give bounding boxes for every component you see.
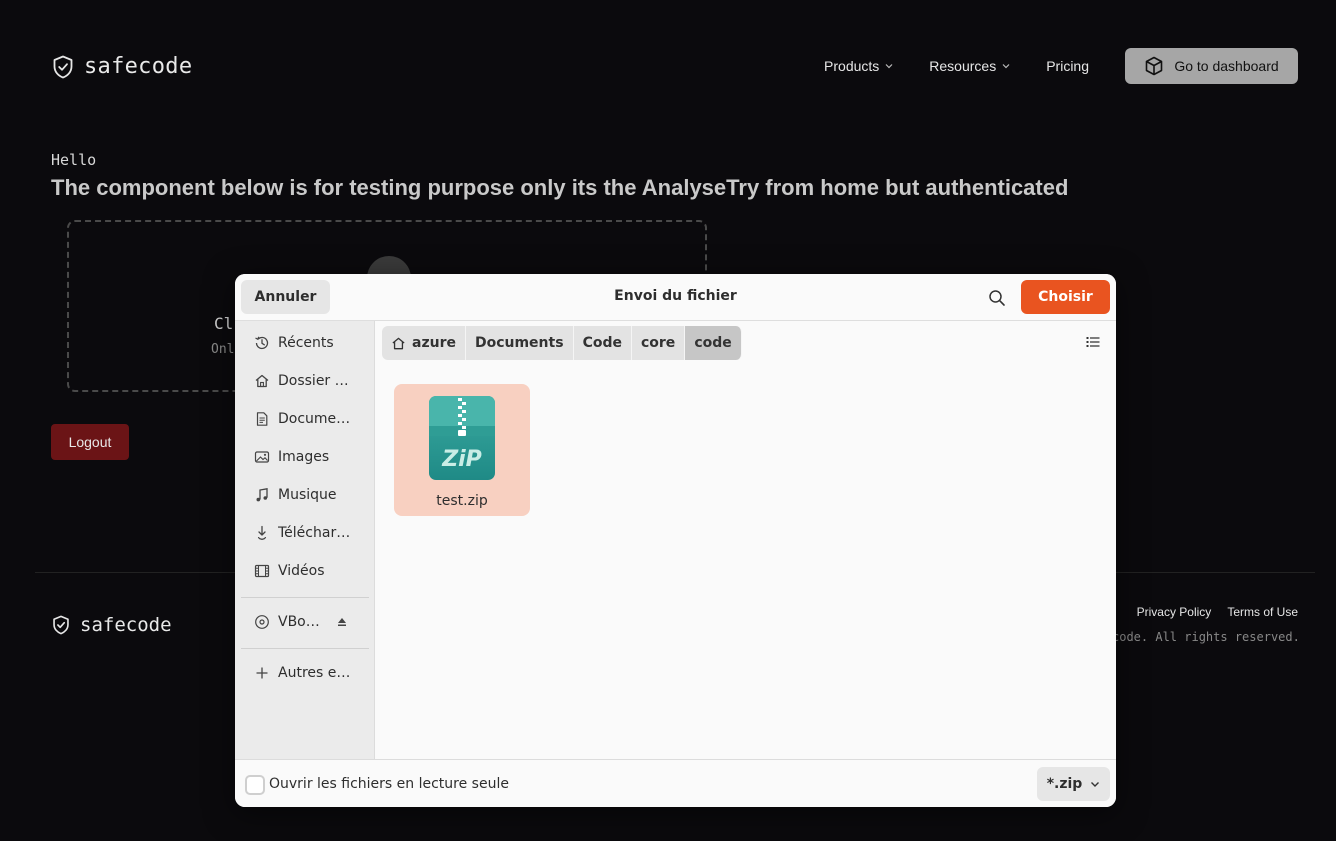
nav-products[interactable]: Products (824, 58, 893, 74)
nav-products-label: Products (824, 58, 880, 74)
plus-icon (256, 667, 268, 679)
path-crumb-current[interactable]: code (685, 326, 742, 360)
sidebar-item-label: Téléchar… (278, 525, 350, 541)
greeting: Hello (51, 151, 97, 169)
readonly-checkbox[interactable] (245, 775, 265, 795)
path-crumb[interactable]: Documents (465, 326, 574, 360)
nav-pricing[interactable]: Pricing (1046, 58, 1089, 74)
footer-brand-name: safecode (80, 614, 172, 636)
film-icon (254, 564, 270, 578)
brand-logo[interactable]: safecode (52, 54, 192, 79)
disc-icon (255, 615, 269, 629)
path-bar: azure Documents Code core code (382, 326, 742, 360)
home-icon (255, 374, 269, 388)
logout-button[interactable]: Logout (51, 424, 129, 460)
sidebar-item-documents[interactable]: Docume… (235, 400, 375, 438)
places-sidebar: Récents Dossier … Docume… Images Musique… (235, 321, 375, 759)
nav-resources-label: Resources (929, 58, 997, 74)
path-crumb[interactable]: Code (573, 326, 632, 360)
sidebar-divider (241, 597, 369, 598)
readonly-label[interactable]: Ouvrir les fichiers en lecture seule (269, 776, 509, 792)
brand-name: safecode (84, 54, 193, 79)
go-to-dashboard-label: Go to dashboard (1174, 58, 1279, 74)
sidebar-item-label: Images (278, 449, 330, 465)
chevron-down-icon (1002, 64, 1010, 69)
file-type-filter[interactable]: *.zip (1037, 767, 1110, 801)
eject-icon[interactable] (337, 617, 347, 627)
clock-icon (255, 336, 269, 350)
dropzone-subtitle: Onl (211, 342, 235, 357)
path-crumb-label: Code (582, 335, 622, 351)
sidebar-item-label: VBo… (278, 614, 320, 630)
sidebar-item-recent[interactable]: Récents (235, 324, 375, 362)
page-title: The component below is for testing purpo… (51, 175, 1069, 200)
sidebar-item-label: Musique (278, 487, 337, 503)
zip-file-icon: ZiP (429, 396, 495, 480)
sidebar-item-label: Docume… (278, 411, 350, 427)
path-crumb-home[interactable]: azure (382, 326, 466, 360)
file-type-filter-value: *.zip (1046, 776, 1083, 792)
svg-text:ZiP: ZiP (441, 447, 482, 472)
file-name: test.zip (436, 493, 488, 509)
sidebar-item-label: Autres e… (278, 665, 350, 681)
home-icon (392, 337, 405, 349)
sidebar-divider (241, 648, 369, 649)
shield-check-icon (53, 55, 73, 78)
music-icon (256, 488, 268, 502)
nav-pricing-label: Pricing (1046, 58, 1089, 74)
privacy-policy-link[interactable]: Privacy Policy (1137, 605, 1212, 619)
sidebar-item-vbox-drive[interactable]: VBo… (235, 603, 375, 641)
terms-of-use-link[interactable]: Terms of Use (1227, 605, 1298, 619)
nav-resources[interactable]: Resources (929, 58, 1010, 74)
path-crumb[interactable]: core (631, 326, 686, 360)
shield-check-icon (53, 615, 69, 635)
sidebar-item-images[interactable]: Images (235, 438, 375, 476)
path-crumb-label: code (694, 335, 732, 351)
path-crumb-label: azure (412, 335, 456, 351)
sidebar-item-other-locations[interactable]: Autres e… (235, 654, 375, 692)
sidebar-item-downloads[interactable]: Téléchar… (235, 514, 375, 552)
dropzone-title: Cl (214, 314, 234, 333)
choose-button[interactable]: Choisir (1021, 280, 1110, 314)
cancel-button[interactable]: Annuler (241, 280, 330, 314)
sidebar-item-label: Dossier … (278, 373, 349, 389)
sidebar-item-music[interactable]: Musique (235, 476, 375, 514)
search-icon[interactable] (987, 288, 1007, 308)
download-icon (257, 525, 267, 540)
cube-icon (1146, 56, 1163, 76)
sidebar-item-label: Vidéos (278, 563, 325, 579)
file-chooser-dialog: Annuler Envoi du fichier Choisir Récents… (235, 274, 1116, 807)
site-header: safecode Products Resources Pricing Go t… (0, 0, 1336, 132)
sidebar-item-label: Récents (278, 335, 334, 351)
path-crumb-label: Documents (474, 335, 564, 351)
go-to-dashboard-button[interactable]: Go to dashboard (1125, 48, 1298, 84)
chevron-down-icon (1091, 782, 1100, 787)
chevron-down-icon (885, 64, 893, 69)
main-nav: Products Resources Pricing Go to dashboa… (824, 48, 1298, 84)
sidebar-item-home[interactable]: Dossier … (235, 362, 375, 400)
dialog-header: Annuler Envoi du fichier Choisir (235, 274, 1116, 321)
file-item[interactable]: ZiP test.zip (394, 384, 530, 516)
path-crumb-label: core (640, 335, 676, 351)
copyright-text: code. All rights reserved. (1112, 630, 1300, 644)
dialog-title: Envoi du fichier (614, 288, 737, 304)
list-view-icon[interactable] (1085, 334, 1101, 350)
document-icon (256, 412, 268, 426)
sidebar-item-videos[interactable]: Vidéos (235, 552, 375, 590)
footer-links: Privacy Policy Terms of Use (1137, 605, 1298, 619)
image-icon (254, 451, 270, 463)
dialog-footer: Ouvrir les fichiers en lecture seule *.z… (235, 759, 1116, 807)
footer-brand-logo[interactable]: safecode (52, 614, 172, 636)
